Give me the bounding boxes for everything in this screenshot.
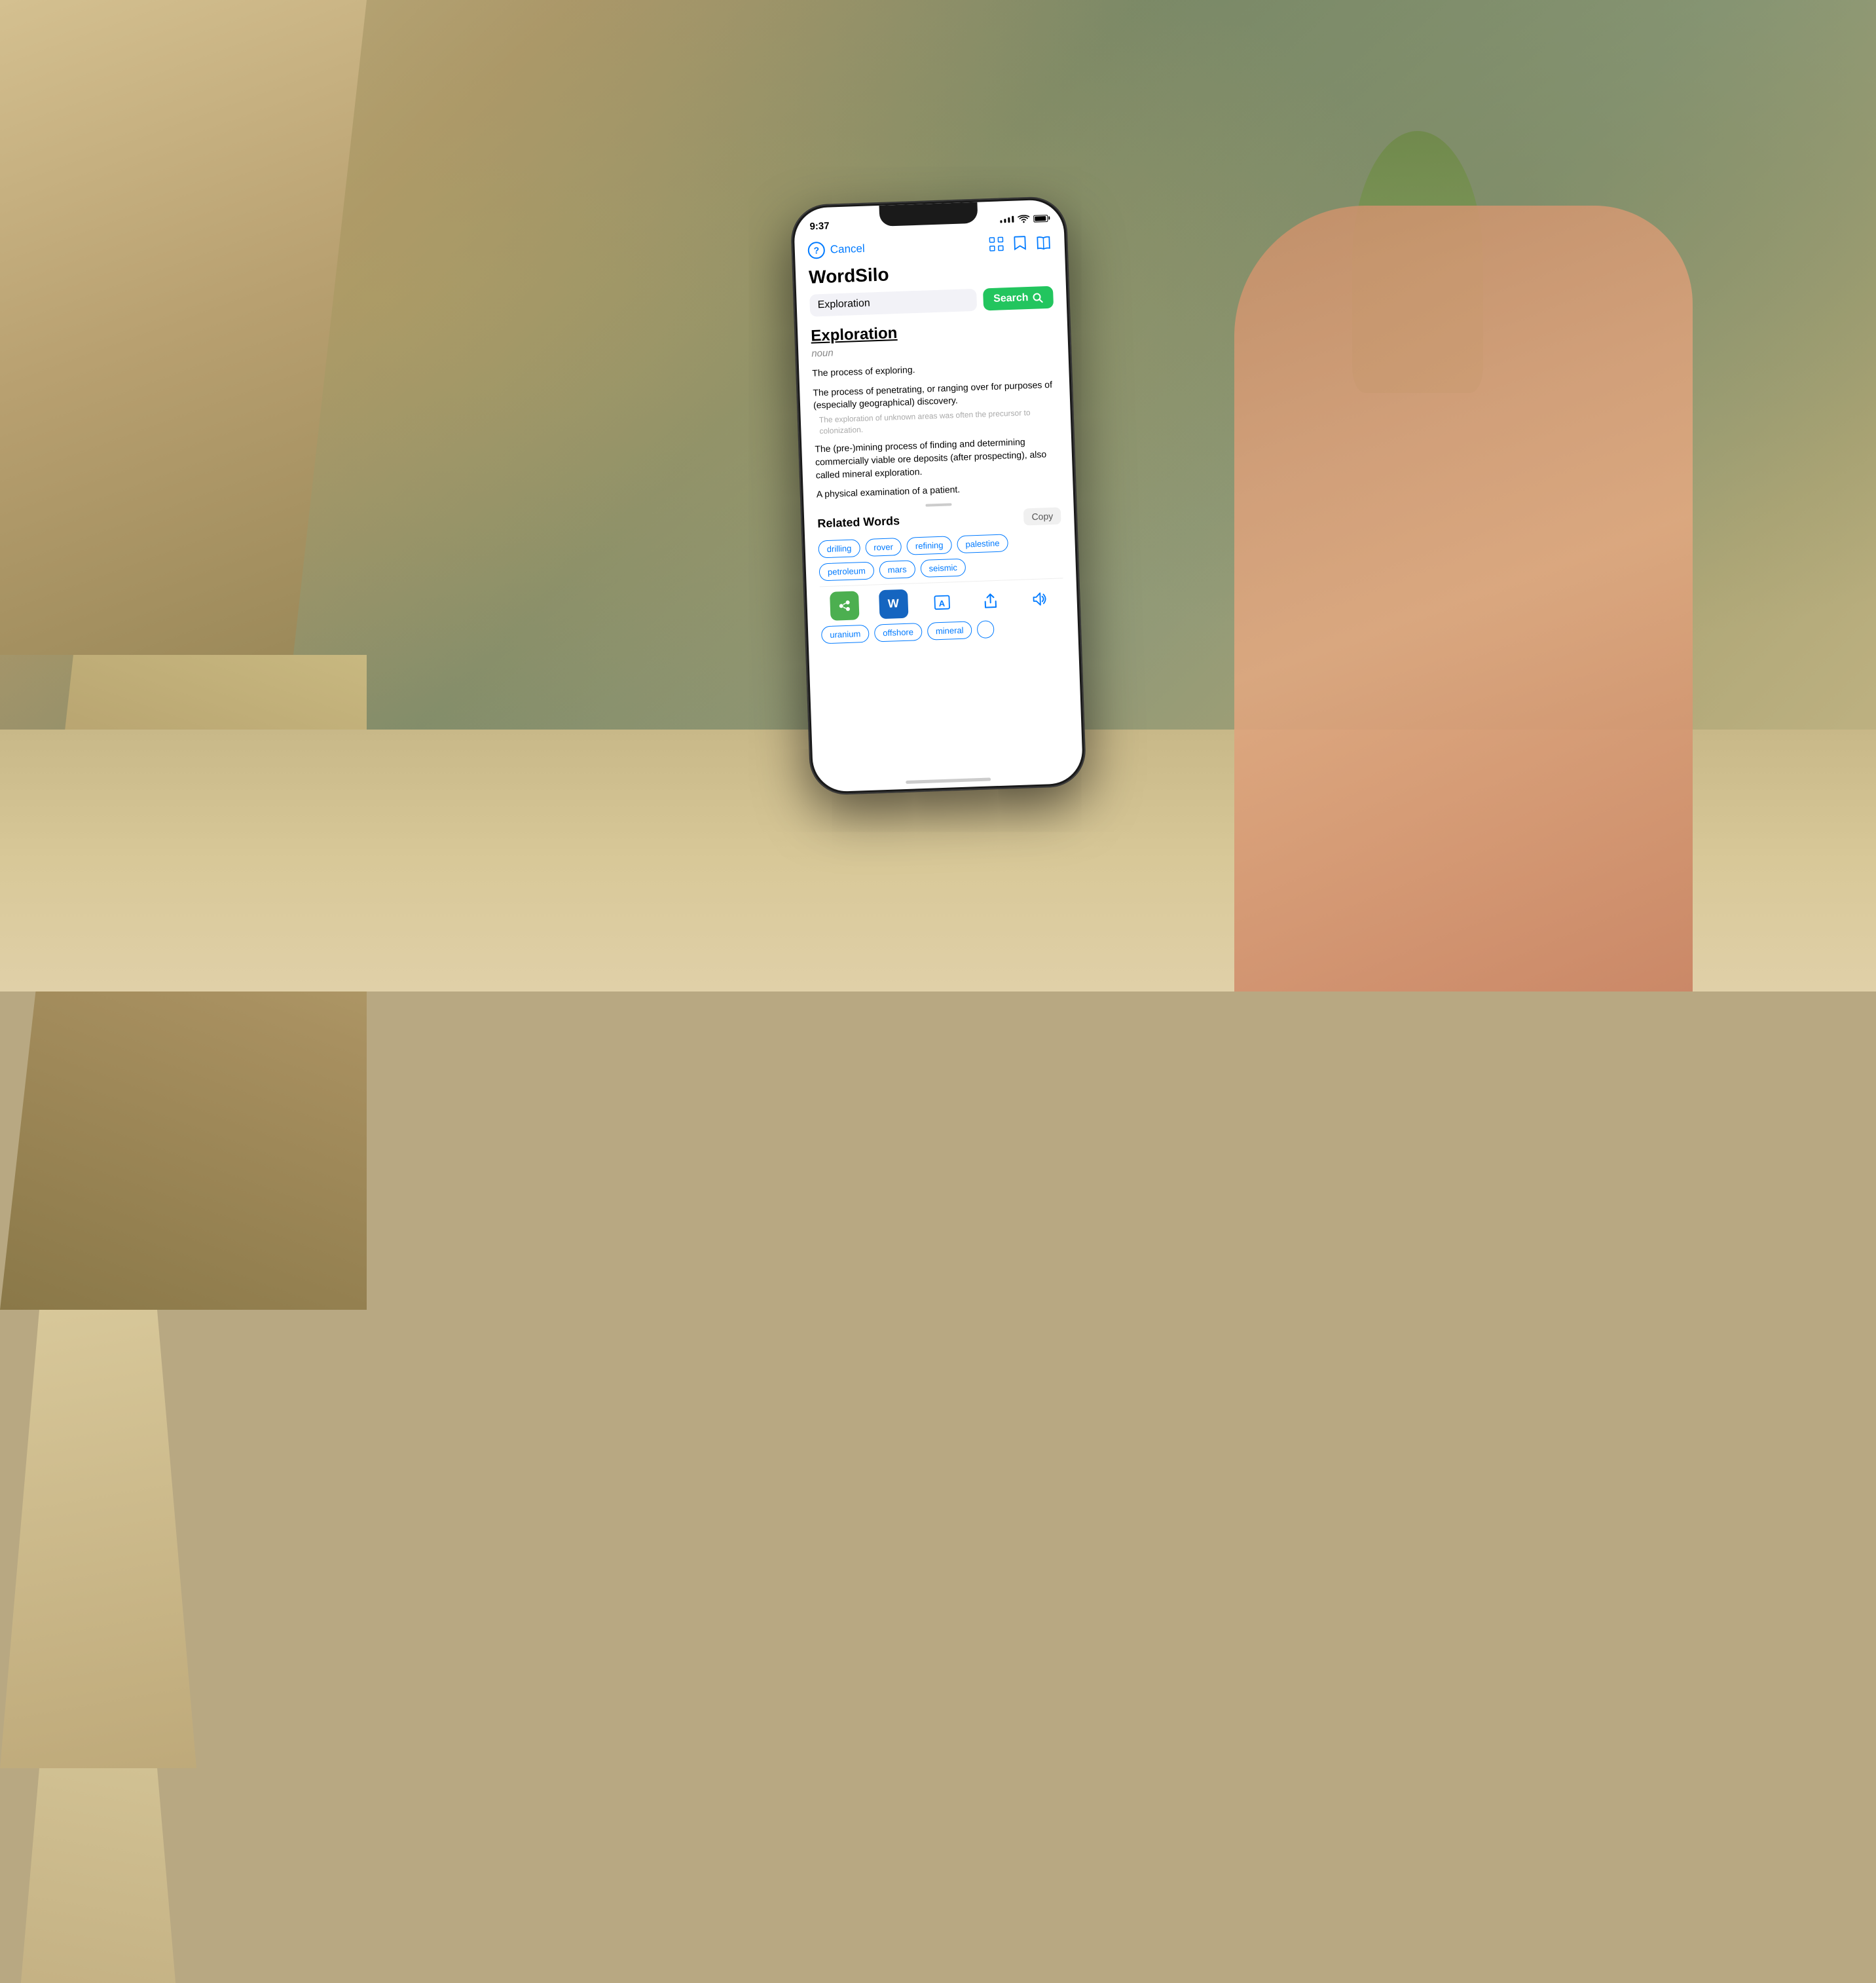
tag-offshore[interactable]: mineral: [927, 621, 972, 640]
search-input[interactable]: Exploration: [817, 297, 870, 311]
wordsilo-app-icon[interactable]: [830, 591, 860, 621]
hand: [1234, 206, 1693, 992]
definition-4: A physical examination of a patient.: [816, 480, 1059, 502]
copy-button[interactable]: Copy: [1023, 507, 1061, 525]
status-icons: [1000, 213, 1048, 224]
scroll-indicator: [925, 503, 951, 506]
search-button[interactable]: Search: [982, 286, 1053, 311]
tag-refining[interactable]: refining: [906, 536, 952, 555]
iphone-screen: 9:37: [793, 199, 1083, 792]
tags-row-1: drilling rover refining palestine: [818, 532, 1062, 558]
arch-center-left: [0, 1310, 196, 1768]
word-section: Exploration noun The process of explorin…: [810, 319, 1059, 502]
tag-drilling[interactable]: drilling: [818, 539, 860, 558]
tag-rover[interactable]: rover: [864, 538, 902, 557]
signal-icon: [1000, 216, 1014, 223]
definition-1: The process of exploring.: [812, 359, 1056, 380]
header-icons: [988, 234, 1052, 252]
dictionary-icon[interactable]: A: [927, 587, 957, 618]
status-time: 9:37: [809, 220, 830, 232]
wifi-icon: [1018, 214, 1029, 223]
help-icon[interactable]: ?: [807, 242, 825, 259]
tags-row-2: petroleum mars seismic: [818, 555, 1063, 581]
book-icon[interactable]: [1035, 235, 1052, 250]
battery-icon: [1033, 214, 1048, 222]
notch: [879, 202, 978, 227]
related-words-title: Related Words: [817, 514, 900, 530]
speaker-icon[interactable]: [1024, 584, 1054, 614]
arch-center-right: [0, 1768, 196, 1983]
definition-2: The process of penetrating, or ranging o…: [813, 378, 1058, 437]
cancel-button[interactable]: Cancel: [830, 242, 865, 257]
iphone-body: 9:37: [790, 196, 1086, 795]
share-icon[interactable]: [976, 585, 1006, 616]
tag-lunar[interactable]: uranium: [820, 625, 869, 644]
search-icon: [1032, 292, 1043, 303]
scan-icon[interactable]: [988, 236, 1004, 252]
header-left: ? Cancel: [807, 240, 865, 259]
tag-mineral[interactable]: [977, 620, 995, 639]
tag-uranium[interactable]: offshore: [874, 623, 922, 642]
bookmark-icon[interactable]: [1013, 235, 1027, 251]
related-words-header: Related Words Copy: [817, 507, 1061, 532]
related-words-section: Related Words Copy drilling rover refini…: [817, 507, 1062, 581]
iphone-device: 9:37: [790, 196, 1086, 795]
tag-palestine[interactable]: palestine: [956, 534, 1008, 553]
app-content: ? Cancel: [794, 231, 1083, 792]
svg-text:A: A: [938, 598, 946, 608]
example-1: The exploration of unknown areas was oft…: [818, 406, 1058, 436]
definition-3: The (pre-)mining process of finding and …: [815, 435, 1059, 482]
tag-petroleum[interactable]: petroleum: [818, 561, 874, 581]
tag-seismic[interactable]: seismic: [920, 558, 966, 577]
wikipedia-icon[interactable]: W: [878, 589, 908, 619]
tag-mars[interactable]: mars: [879, 560, 915, 579]
